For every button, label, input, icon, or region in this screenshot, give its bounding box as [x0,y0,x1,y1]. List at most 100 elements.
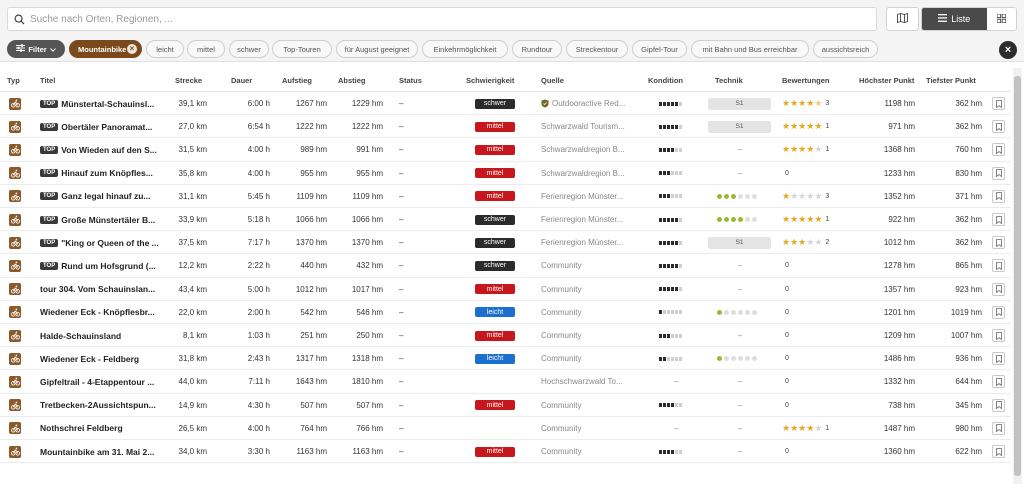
source-cell[interactable]: Schwarzwald Tourism... [541,115,636,138]
bookmark-icon[interactable] [992,166,1005,180]
table-row[interactable]: Nothschrei Feldberg 26,5 km 4:00 h 764 hm 76… [0,417,1011,440]
scrollbar-thumb[interactable] [1014,76,1021,476]
source-cell[interactable]: Community [541,324,636,347]
source-cell[interactable]: Community [541,278,636,301]
title-cell[interactable]: Tretbecken-2Aussichtspun... [40,394,160,417]
title-cell[interactable]: TOP Obertäler Panoramat... [40,115,160,138]
bookmark-icon[interactable] [992,143,1005,157]
source-cell[interactable]: Hochschwarzwald To... [541,370,636,393]
bookmark-icon[interactable] [992,329,1005,342]
table-row[interactable]: TOP Rund um Hofsgrund (... 12,2 km 2:22 h 44… [0,254,1011,278]
tour-title[interactable]: Wiedener Eck - Knöpflesbr... [40,307,155,317]
title-cell[interactable]: tour 304. Vom Schauinslan... [40,278,160,301]
col-tiefster-punkt[interactable]: Tiefster Punkt [926,76,976,85]
source-cell[interactable]: Community [541,417,636,440]
bookmark-icon[interactable] [992,213,1005,226]
title-cell[interactable]: TOP Rund um Hofsgrund (... [40,254,160,277]
col-aufstieg[interactable]: Aufstieg [282,76,312,85]
source-cell[interactable]: Community [541,254,636,277]
scrollbar[interactable] [1013,68,1022,484]
source-cell[interactable]: Community [541,347,636,370]
clear-filters-button[interactable]: × [999,41,1017,59]
chip-mittel[interactable]: mittel [187,40,225,58]
table-row[interactable]: Gipfeltrail - 4-Etappentour ... 44,0 km 7:… [0,370,1011,394]
title-cell[interactable]: TOP Ganz legal hinauf zu... [40,185,160,208]
tour-title[interactable]: Nothschrei Feldberg [40,423,123,433]
col-hoechster-punkt[interactable]: Höchster Punkt [859,76,914,85]
col-strecke[interactable]: Strecke [175,76,202,85]
title-cell[interactable]: Wiedener Eck - Knöpflesbr... [40,301,160,324]
tiles-view-button[interactable] [987,8,1016,30]
search-box[interactable] [7,7,877,31]
source-cell[interactable]: Outdooractive Red... [541,92,636,115]
chip-schwer[interactable]: schwer [229,40,269,58]
list-view-button[interactable]: Liste [922,8,987,30]
tour-title[interactable]: Rund um Hofsgrund (... [61,261,155,271]
title-cell[interactable]: TOP "King or Queen of the ... [40,231,160,254]
chip-bahn-bus[interactable]: mit Bahn und Bus erreichbar [691,40,809,58]
col-technik[interactable]: Technik [715,76,743,85]
chip-leicht[interactable]: leicht [146,40,184,58]
tour-title[interactable]: Gipfeltrail - 4-Etappentour ... [40,377,154,387]
title-cell[interactable]: TOP Von Wieden auf den S... [40,138,160,161]
title-cell[interactable]: TOP Große Münstertäler B... [40,208,160,231]
table-row[interactable]: Wiedener Eck - Knöpflesbr... 22,0 km 2:00 … [0,301,1011,324]
chip-aussichtsreich[interactable]: aussichtsreich [813,40,878,58]
source-cell[interactable]: Schwarzwaldregion B... [541,138,636,161]
title-cell[interactable]: TOP Hinauf zum Knöpfles... [40,162,160,185]
title-cell[interactable]: Nothschrei Feldberg [40,417,160,440]
source-cell[interactable]: Community [541,440,636,463]
title-cell[interactable]: Gipfeltrail - 4-Etappentour ... [40,370,160,393]
source-cell[interactable]: Ferienregion Münster... [541,185,636,208]
table-row[interactable]: Halde-Schauinsland 8,1 km 1:03 h 251 hm 250 … [0,324,1011,348]
table-row[interactable]: TOP Große Münstertäler B... 33,9 km 5:18 h 1… [0,208,1011,232]
table-row[interactable]: TOP Von Wieden auf den S... 31,5 km 4:00 h 9… [0,138,1011,162]
tour-title[interactable]: tour 304. Vom Schauinslan... [40,284,155,294]
bookmark-icon[interactable] [992,352,1005,366]
col-dauer[interactable]: Dauer [231,76,252,85]
chip-rundtour[interactable]: Rundtour [512,40,562,58]
table-row[interactable]: Tretbecken-2Aussichtspun... 14,9 km 4:30 h… [0,394,1011,417]
table-row[interactable]: TOP Münstertal-Schauinsl... 39,1 km 6:00 h 1… [0,92,1011,116]
table-row[interactable]: TOP Obertäler Panoramat... 27,0 km 6:54 h 12… [0,115,1011,139]
title-cell[interactable]: TOP Münstertal-Schauinsl... [40,92,160,115]
chip-streckentour[interactable]: Streckentour [566,40,628,58]
bookmark-icon[interactable] [992,259,1005,273]
tour-title[interactable]: Münstertal-Schauinsl... [61,99,154,109]
table-row[interactable]: TOP Ganz legal hinauf zu... 31,1 km 5:45 h 1… [0,185,1011,208]
col-abstieg[interactable]: Abstieg [338,76,366,85]
col-status[interactable]: Status [399,76,422,85]
chip-mountainbike-active[interactable]: Mountainbike × [69,40,142,58]
search-input[interactable] [30,13,830,25]
tour-title[interactable]: Mountainbike am 31. Mai 2... [40,447,154,457]
tour-title[interactable]: "King or Queen of the ... [61,238,159,248]
map-view-button[interactable] [886,7,919,31]
title-cell[interactable]: Wiedener Eck - Feldberg [40,347,160,370]
col-typ[interactable]: Typ [7,76,20,85]
bookmark-icon[interactable] [992,305,1005,319]
tour-title[interactable]: Obertäler Panoramat... [61,122,152,132]
table-row[interactable]: Mountainbike am 31. Mai 2... 34,0 km 3:30 … [0,440,1011,464]
source-cell[interactable]: Community [541,301,636,324]
tour-title[interactable]: Tretbecken-2Aussichtspun... [40,400,156,410]
source-cell[interactable]: Ferienregion Münster... [541,231,636,254]
filter-button[interactable]: Filter [7,40,65,58]
table-row[interactable]: Wiedener Eck - Feldberg 31,8 km 2:43 h 1317… [0,347,1011,371]
title-cell[interactable]: Mountainbike am 31. Mai 2... [40,440,160,463]
tour-title[interactable]: Ganz legal hinauf zu... [61,191,150,201]
bookmark-icon[interactable] [992,97,1005,110]
bookmark-icon[interactable] [992,236,1005,250]
col-titel[interactable]: Titel [40,76,55,85]
table-row[interactable]: TOP "King or Queen of the ... 37,5 km 7:17 … [0,231,1011,255]
table-row[interactable]: tour 304. Vom Schauinslan... 43,4 km 5:00 … [0,278,1011,301]
chip-einkehr[interactable]: Einkehrmöglichkeit [422,40,508,58]
bookmark-icon[interactable] [992,282,1005,296]
tour-title[interactable]: Hinauf zum Knöpfles... [61,168,153,178]
source-cell[interactable]: Community [541,394,636,417]
bookmark-icon[interactable] [992,445,1005,458]
col-quelle[interactable]: Quelle [541,76,564,85]
col-schwierigkeit[interactable]: Schwierigkeit [466,76,514,85]
remove-chip-icon[interactable]: × [127,44,137,54]
col-bewertungen[interactable]: Bewertungen [782,76,830,85]
chip-gipfel-tour[interactable]: Gipfel-Tour [632,40,687,58]
